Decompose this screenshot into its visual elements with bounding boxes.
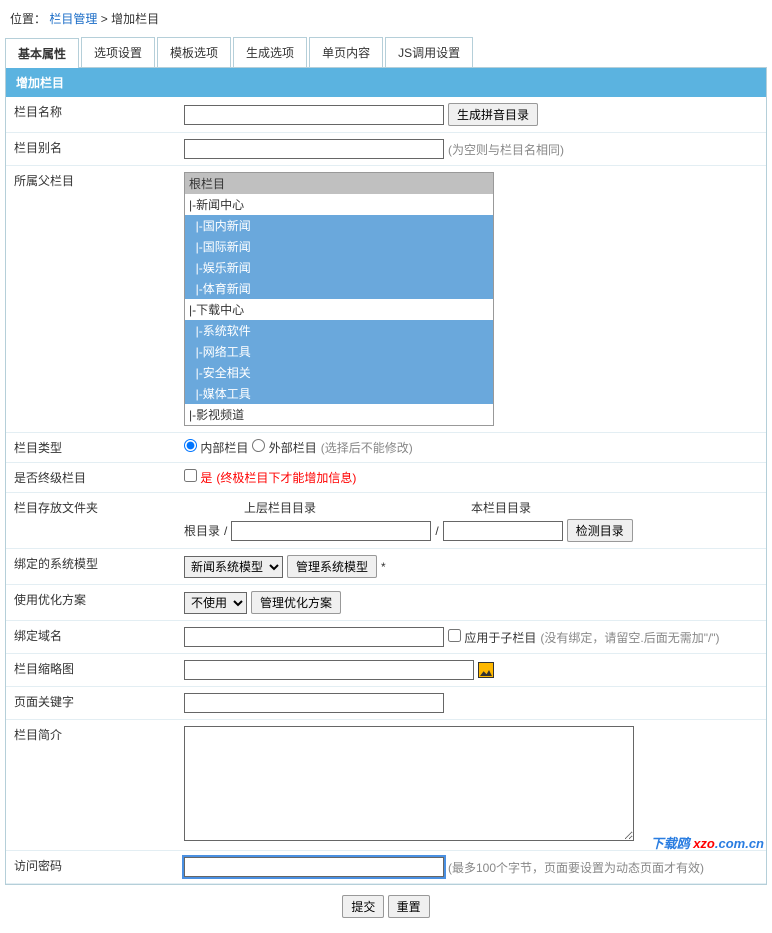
submit-button[interactable]: 提交 <box>342 895 384 918</box>
tab-options[interactable]: 选项设置 <box>81 37 155 67</box>
form-panel: 增加栏目 栏目名称 生成拼音目录 栏目别名 (为空则与栏目名相同) 所属父栏目 <box>5 68 767 885</box>
breadcrumb-link[interactable]: 栏目管理 <box>49 12 97 26</box>
domain-apply-checkbox[interactable] <box>448 629 461 642</box>
alias-input[interactable] <box>184 139 444 159</box>
breadcrumb: 位置： 栏目管理 > 增加栏目 <box>5 5 767 32</box>
keywords-input[interactable] <box>184 693 444 713</box>
type-external-option[interactable]: 外部栏目 <box>252 439 316 456</box>
model-select[interactable]: 新闻系统模型 <box>184 556 283 578</box>
check-dir-button[interactable]: 检测目录 <box>567 519 633 542</box>
tab-singlepage[interactable]: 单页内容 <box>309 37 383 67</box>
folder-self-input[interactable] <box>443 521 563 541</box>
tab-jscall[interactable]: JS调用设置 <box>385 37 473 67</box>
intro-textarea[interactable] <box>184 726 634 841</box>
name-input[interactable] <box>184 105 444 125</box>
gen-pinyin-button[interactable]: 生成拼音目录 <box>448 103 538 126</box>
type-hint: (选择后不能修改) <box>321 439 413 456</box>
type-internal-radio[interactable] <box>184 439 197 452</box>
parent-list-item[interactable]: |-影视频道 <box>185 404 493 425</box>
optimize-select[interactable]: 不使用 <box>184 592 247 614</box>
parent-list-item[interactable]: |-娱乐新闻 <box>185 257 493 278</box>
parent-listbox[interactable]: 根栏目|-新闻中心 |-国内新闻 |-国际新闻 |-娱乐新闻 |-体育新闻|-下… <box>184 172 494 426</box>
domain-input[interactable] <box>184 627 444 647</box>
manage-model-button[interactable]: 管理系统模型 <box>287 555 377 578</box>
label-intro: 栏目简介 <box>6 720 176 851</box>
password-hint: (最多100个字节，页面要设置为动态页面才有效) <box>448 859 704 876</box>
folder-upper-input[interactable] <box>231 521 431 541</box>
label-alias: 栏目别名 <box>6 133 176 166</box>
label-folder: 栏目存放文件夹 <box>6 493 176 549</box>
image-icon[interactable] <box>478 662 494 678</box>
folder-self-label: 本栏目目录 <box>471 499 531 516</box>
domain-hint: (没有绑定，请留空.后面无需加"/") <box>540 629 719 646</box>
label-domain: 绑定域名 <box>6 621 176 654</box>
parent-list-item[interactable]: |-国际新闻 <box>185 236 493 257</box>
domain-apply-option[interactable]: 应用于子栏目 <box>448 629 536 646</box>
thumb-input[interactable] <box>184 660 474 680</box>
panel-title: 增加栏目 <box>6 68 766 97</box>
folder-root-label: 根目录 <box>184 522 220 539</box>
breadcrumb-prefix: 位置： <box>10 12 46 26</box>
parent-list-item[interactable]: |-新闻中心 <box>185 194 493 215</box>
label-keywords: 页面关键字 <box>6 687 176 720</box>
final-hint: (终极栏目下才能增加信息) <box>216 469 356 486</box>
tab-generate[interactable]: 生成选项 <box>233 37 307 67</box>
type-external-radio[interactable] <box>252 439 265 452</box>
final-option[interactable]: 是 <box>184 469 212 486</box>
label-password: 访问密码 <box>6 851 176 884</box>
parent-list-item[interactable]: |-下载中心 <box>185 299 493 320</box>
parent-list-item[interactable]: |-体育新闻 <box>185 278 493 299</box>
label-parent: 所属父栏目 <box>6 166 176 433</box>
parent-list-item[interactable]: 根栏目 <box>185 173 493 194</box>
folder-upper-label: 上层栏目目录 <box>244 499 316 516</box>
reset-button[interactable]: 重置 <box>388 895 430 918</box>
footer-buttons: 提交 重置 <box>5 885 767 928</box>
parent-list-item[interactable]: |-媒体工具 <box>185 383 493 404</box>
label-final: 是否终级栏目 <box>6 463 176 493</box>
breadcrumb-current: 增加栏目 <box>111 12 159 26</box>
tabs: 基本属性 选项设置 模板选项 生成选项 单页内容 JS调用设置 <box>5 37 767 68</box>
label-optimize: 使用优化方案 <box>6 585 176 621</box>
label-type: 栏目类型 <box>6 433 176 463</box>
parent-list-item[interactable]: |-国内新闻 <box>185 215 493 236</box>
tab-template[interactable]: 模板选项 <box>157 37 231 67</box>
model-required: * <box>381 560 386 574</box>
type-internal-option[interactable]: 内部栏目 <box>184 439 248 456</box>
manage-opt-button[interactable]: 管理优化方案 <box>251 591 341 614</box>
tab-basic[interactable]: 基本属性 <box>5 38 79 68</box>
label-name: 栏目名称 <box>6 97 176 133</box>
breadcrumb-sep: > <box>101 12 111 26</box>
final-checkbox[interactable] <box>184 469 197 482</box>
parent-list-item[interactable]: |-安全相关 <box>185 362 493 383</box>
parent-list-item[interactable]: |-系统软件 <box>185 320 493 341</box>
alias-hint: (为空则与栏目名相同) <box>448 141 564 158</box>
parent-list-item[interactable]: |-网络工具 <box>185 341 493 362</box>
label-model: 绑定的系统模型 <box>6 549 176 585</box>
password-input[interactable] <box>184 857 444 877</box>
label-thumb: 栏目缩略图 <box>6 654 176 687</box>
